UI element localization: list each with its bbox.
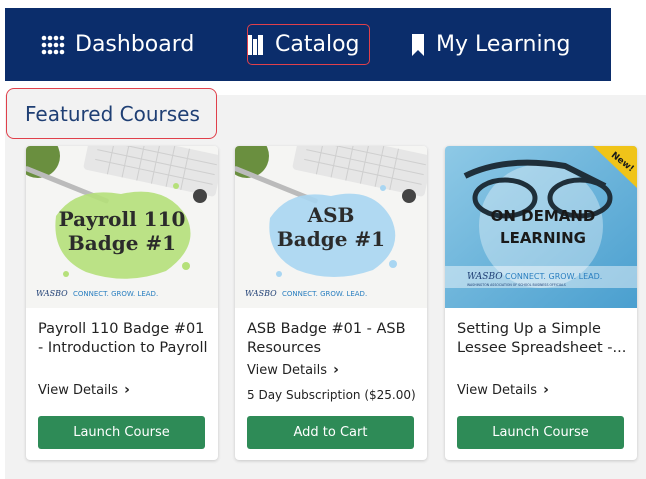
view-details-link[interactable]: View Details ›: [247, 362, 339, 378]
chevron-right-icon: ›: [543, 382, 549, 398]
course-thumbnail[interactable]: Payroll 110 Badge #1 WASBO CONNECT. GROW…: [26, 146, 218, 308]
wasbo-logo: WASBO: [467, 272, 503, 282]
add-to-cart-button[interactable]: Add to Cart: [247, 416, 414, 449]
thumb-line2: Badge #1: [68, 231, 176, 255]
nav-catalog-label: Catalog: [275, 32, 360, 57]
course-card[interactable]: ON DEMAND LEARNING WASBO CONNECT. GROW. …: [445, 146, 637, 460]
thumb-tagline: CONNECT. GROW. LEAD.: [73, 290, 158, 298]
thumb-tagline: CONNECT. GROW. LEAD.: [505, 272, 602, 281]
chevron-right-icon: ›: [124, 382, 130, 398]
thumb-tagline: CONNECT. GROW. LEAD.: [282, 290, 367, 298]
course-title[interactable]: Setting Up a Simple Lessee Spreadsheet -…: [457, 320, 629, 358]
course-title[interactable]: Payroll 110 Badge #01 - Introduction to …: [38, 320, 210, 358]
subscription-price: 5 Day Subscription ($25.00): [247, 388, 416, 402]
view-details-label: View Details: [247, 362, 328, 378]
launch-course-button[interactable]: Launch Course: [38, 416, 205, 449]
view-details-label: View Details: [457, 382, 538, 398]
course-thumbnail[interactable]: ON DEMAND LEARNING WASBO CONNECT. GROW. …: [445, 146, 637, 308]
wasbo-logo: WASBO: [36, 289, 68, 298]
course-card[interactable]: ASB Badge #1 WASBO CONNECT. GROW. LEAD. …: [235, 146, 427, 460]
course-thumbnail[interactable]: ASB Badge #1 WASBO CONNECT. GROW. LEAD.: [235, 146, 427, 308]
thumb-line2: Badge #1: [277, 227, 385, 251]
thumb-line1: ASB: [307, 203, 355, 227]
thumb-line2: LEARNING: [500, 229, 586, 247]
launch-course-button[interactable]: Launch Course: [457, 416, 624, 449]
nav-catalog[interactable]: Catalog: [247, 8, 360, 81]
nav-my-learning-label: My Learning: [436, 32, 571, 57]
nav-dashboard[interactable]: Dashboard: [41, 8, 194, 81]
thumb-org-name: WASHINGTON ASSOCIATION OF SCHOOL BUSINES…: [467, 283, 566, 287]
chevron-right-icon: ›: [333, 362, 339, 378]
view-details-link[interactable]: View Details ›: [38, 382, 130, 398]
top-nav-bar: Dashboard Catalog My Learning: [5, 8, 611, 81]
bookmark-icon: [410, 33, 426, 57]
books-icon: [247, 33, 265, 57]
section-title: Featured Courses: [6, 88, 217, 139]
thumb-line1: ON DEMAND: [491, 207, 596, 225]
grid-icon: [41, 35, 65, 55]
thumb-line1: Payroll 110: [59, 207, 186, 231]
view-details-link[interactable]: View Details ›: [457, 382, 549, 398]
wasbo-logo: WASBO: [245, 289, 277, 298]
nav-dashboard-label: Dashboard: [75, 32, 195, 57]
course-title[interactable]: ASB Badge #01 - ASB Resources: [247, 320, 419, 358]
course-card[interactable]: Payroll 110 Badge #1 WASBO CONNECT. GROW…: [26, 146, 218, 460]
view-details-label: View Details: [38, 382, 119, 398]
nav-my-learning[interactable]: My Learning: [410, 8, 571, 81]
